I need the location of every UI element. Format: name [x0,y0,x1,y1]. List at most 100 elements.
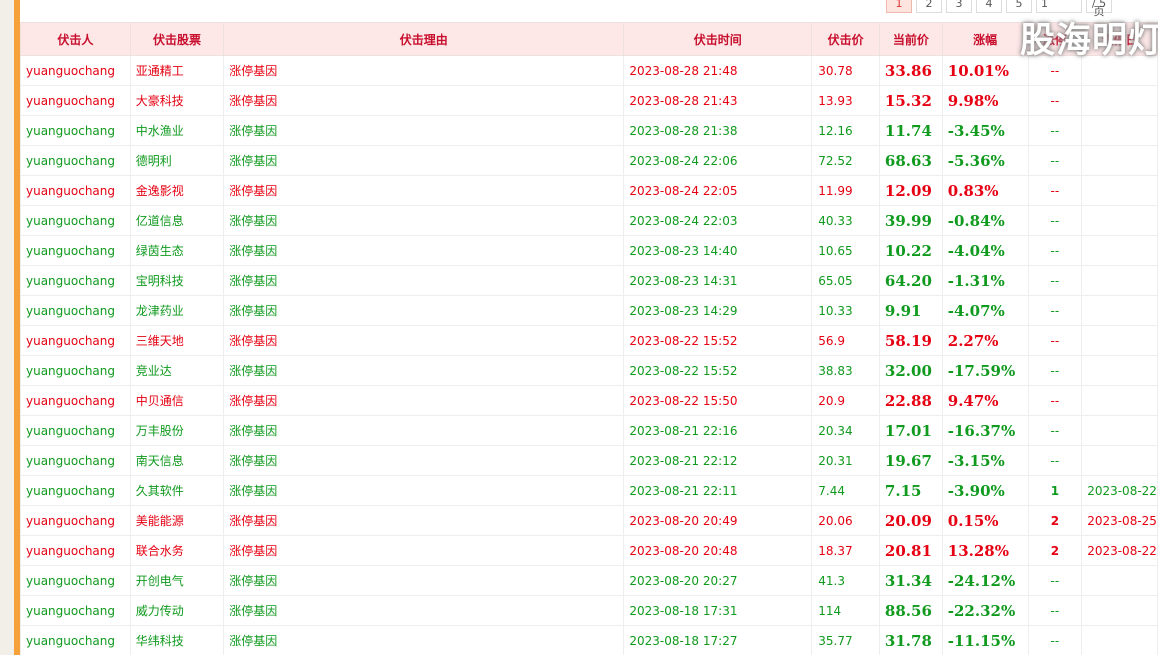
column-header-reason: 伏击理由 [223,22,625,56]
change-percent: 9.98% [941,85,1029,116]
time-text: 2023-08-20 20:27 [623,565,813,596]
ambusher-link[interactable]: yuanguochang [20,235,131,266]
ambusher-link[interactable]: yuanguochang [20,505,131,536]
current-price: 10.22 [878,235,943,266]
reason-text: 涨停基因 [223,55,625,86]
stock-link[interactable]: 华纬科技 [129,625,225,655]
page-button-2[interactable]: 2 [916,0,942,13]
current-price: 58.19 [878,325,943,356]
current-price: 88.56 [878,595,943,626]
stock-link[interactable]: 南天信息 [129,445,225,476]
page-jump-input[interactable]: 1 [1036,0,1082,13]
stock-link[interactable]: 中贝通信 [129,385,225,416]
current-price: 31.78 [878,625,943,655]
ambush-price: 10.33 [811,295,880,326]
stock-link[interactable]: 龙津药业 [129,295,225,326]
ambush-price: 18.37 [811,535,880,566]
limit-up-date [1081,595,1158,626]
stock-link[interactable]: 美能能源 [129,505,225,536]
change-percent: -3.15% [941,445,1029,476]
limit-up-date [1081,385,1158,416]
current-price: 15.32 [878,85,943,116]
ambush-price: 20.9 [811,385,880,416]
ambush-table: 伏击人 伏击股票 伏击理由 伏击时间 伏击价 当前价 涨幅 涨停 涨停日 yuanguochan… [20,22,1158,655]
time-text: 2023-08-28 21:38 [623,115,813,146]
change-percent: -0.84% [941,205,1029,236]
current-price: 22.88 [878,385,943,416]
stock-link[interactable]: 久其软件 [129,475,225,506]
limit-up-date [1081,265,1158,296]
current-price: 32.00 [878,355,943,386]
time-text: 2023-08-22 15:52 [623,325,813,356]
page-total-label: / 5 页 [1086,0,1112,17]
ambusher-link[interactable]: yuanguochang [20,565,131,596]
limit-up-date [1081,445,1158,476]
ambush-price: 40.33 [811,205,880,236]
ambusher-link[interactable]: yuanguochang [20,145,131,176]
time-text: 2023-08-24 22:05 [623,175,813,206]
stock-link[interactable]: 金逸影视 [129,175,225,206]
stock-link[interactable]: 威力传动 [129,595,225,626]
limit-up-count: -- [1027,325,1083,356]
change-percent: 9.47% [941,385,1029,416]
change-percent: -5.36% [941,145,1029,176]
ambusher-link[interactable]: yuanguochang [20,415,131,446]
ambusher-link[interactable]: yuanguochang [20,265,131,296]
limit-up-date [1081,295,1158,326]
limit-up-count: -- [1027,85,1083,116]
column-header-change: 涨幅 [941,22,1029,56]
stock-link[interactable]: 竞业达 [129,355,225,386]
stock-link[interactable]: 亿道信息 [129,205,225,236]
ambusher-link[interactable]: yuanguochang [20,205,131,236]
current-price: 11.74 [878,115,943,146]
reason-text: 涨停基因 [223,175,625,206]
stock-link[interactable]: 亚通精工 [129,55,225,86]
ambusher-link[interactable]: yuanguochang [20,115,131,146]
ambusher-link[interactable]: yuanguochang [20,355,131,386]
time-text: 2023-08-24 22:06 [623,145,813,176]
reason-text: 涨停基因 [223,295,625,326]
page-button-3[interactable]: 3 [946,0,972,13]
stock-link[interactable]: 绿茵生态 [129,235,225,266]
ambusher-link[interactable]: yuanguochang [20,535,131,566]
stock-link[interactable]: 德明利 [129,145,225,176]
ambusher-link[interactable]: yuanguochang [20,445,131,476]
stock-link[interactable]: 三维天地 [129,325,225,356]
ambush-price: 114 [811,595,880,626]
ambusher-link[interactable]: yuanguochang [20,175,131,206]
reason-text: 涨停基因 [223,625,625,655]
ambusher-link[interactable]: yuanguochang [20,295,131,326]
limit-up-count: -- [1027,565,1083,596]
change-percent: 13.28% [941,535,1029,566]
stock-link[interactable]: 宝明科技 [129,265,225,296]
table-row: yuanguochang 德明利 涨停基因 2023-08-24 22:06 72.52… [20,145,1158,176]
limit-up-date [1081,565,1158,596]
stock-link[interactable]: 联合水务 [129,535,225,566]
current-price: 20.81 [878,535,943,566]
table-row: yuanguochang 金逸影视 涨停基因 2023-08-24 22:05 11.9… [20,175,1158,206]
stock-link[interactable]: 大豪科技 [129,85,225,116]
time-text: 2023-08-23 14:40 [623,235,813,266]
stock-link[interactable]: 开创电气 [129,565,225,596]
page-button-5[interactable]: 5 [1006,0,1032,13]
ambush-table-panel: 1 2 3 4 5 1 / 5 页 伏击人 伏击股票 伏击理由 伏击时间 伏击价 当前价涨… [20,0,1158,655]
time-text: 2023-08-24 22:03 [623,205,813,236]
ambusher-link[interactable]: yuanguochang [20,385,131,416]
reason-text: 涨停基因 [223,265,625,296]
current-price: 20.09 [878,505,943,536]
stock-link[interactable]: 万丰股份 [129,415,225,446]
page-button-4[interactable]: 4 [976,0,1002,13]
ambusher-link[interactable]: yuanguochang [20,55,131,86]
ambusher-link[interactable]: yuanguochang [20,85,131,116]
ambusher-link[interactable]: yuanguochang [20,595,131,626]
ambusher-link[interactable]: yuanguochang [20,625,131,655]
change-percent: -4.04% [941,235,1029,266]
current-price: 68.63 [878,145,943,176]
stock-link[interactable]: 中水渔业 [129,115,225,146]
ambusher-link[interactable]: yuanguochang [20,475,131,506]
change-percent: -16.37% [941,415,1029,446]
ambusher-link[interactable]: yuanguochang [20,325,131,356]
change-percent: 10.01% [941,55,1029,86]
limit-up-date: 2023-08-25 [1081,505,1158,536]
page-button-1[interactable]: 1 [886,0,912,13]
